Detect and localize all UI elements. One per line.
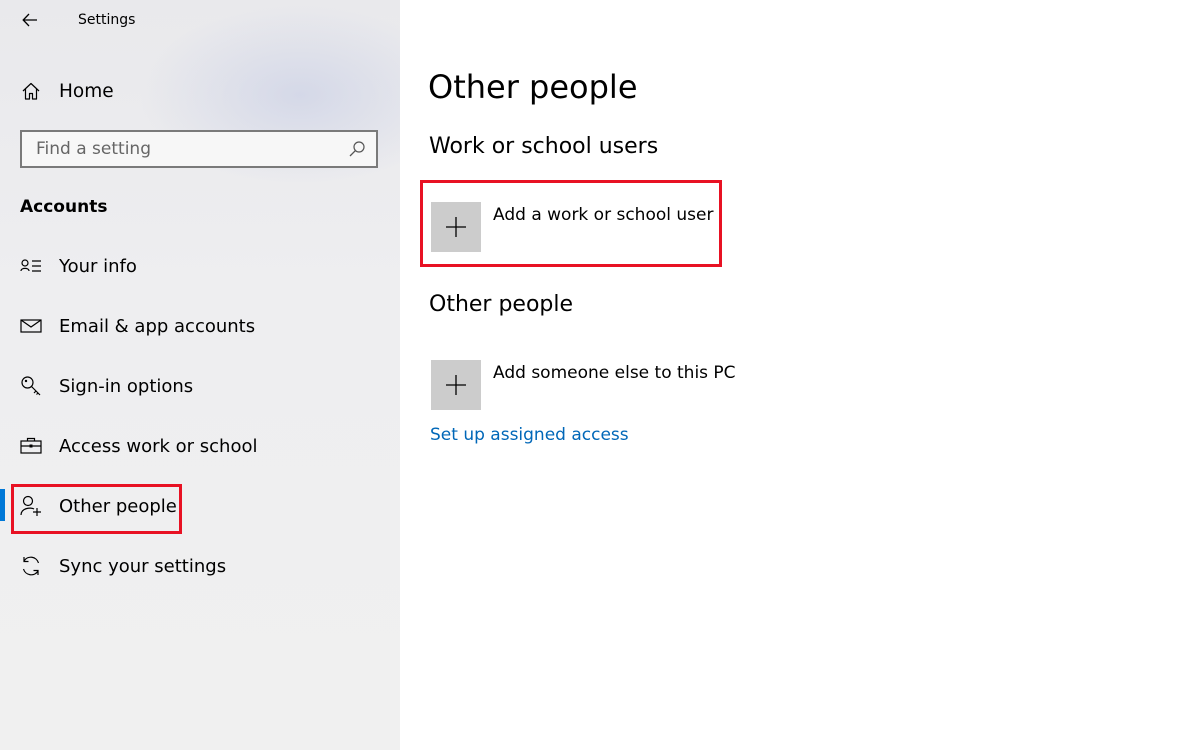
sidebar-item-other-people[interactable]: Other people	[0, 484, 400, 528]
page-title: Other people	[428, 68, 638, 106]
section-heading-accounts: Accounts	[20, 197, 108, 217]
key-icon	[20, 375, 42, 397]
work-school-heading: Work or school users	[429, 134, 659, 159]
home-icon	[20, 80, 42, 102]
sidebar: Settings Home Accounts	[0, 0, 400, 750]
sidebar-item-label: Your info	[59, 255, 137, 277]
search-box	[20, 130, 378, 168]
add-work-school-user-button[interactable]	[431, 202, 481, 252]
sidebar-item-sign-in-options[interactable]: Sign-in options	[0, 364, 400, 408]
search-input[interactable]	[22, 132, 342, 166]
back-button[interactable]	[14, 6, 46, 34]
back-arrow-icon	[22, 13, 37, 27]
sidebar-item-access-work-school[interactable]: Access work or school	[0, 424, 400, 468]
briefcase-icon	[20, 435, 42, 457]
app-title: Settings	[78, 12, 136, 28]
plus-icon	[446, 217, 466, 237]
sync-icon	[20, 555, 42, 577]
sidebar-item-email-accounts[interactable]: Email & app accounts	[0, 304, 400, 348]
sidebar-item-sync-settings[interactable]: Sync your settings	[0, 544, 400, 588]
set-up-assigned-access-link[interactable]: Set up assigned access	[430, 425, 629, 445]
nav-home[interactable]: Home	[0, 69, 400, 113]
settings-window: Settings Home Accounts	[0, 0, 1200, 750]
nav-home-label: Home	[59, 80, 114, 102]
add-person-icon	[20, 495, 42, 517]
title-bar: Settings	[0, 0, 400, 40]
sidebar-item-label: Email & app accounts	[59, 315, 256, 337]
sidebar-item-label: Access work or school	[59, 435, 258, 457]
contact-card-icon	[20, 255, 42, 277]
add-someone-else-button[interactable]	[431, 360, 481, 410]
sidebar-item-label: Other people	[59, 495, 177, 517]
sidebar-item-label: Sync your settings	[59, 555, 227, 577]
sidebar-item-label: Sign-in options	[59, 375, 194, 397]
main-content: Other people Work or school users Add a …	[400, 0, 1200, 750]
mail-icon	[20, 315, 42, 337]
other-people-heading: Other people	[429, 292, 574, 317]
add-work-school-user-label[interactable]: Add a work or school user	[493, 205, 713, 225]
sidebar-item-your-info[interactable]: Your info	[0, 244, 400, 288]
search-icon[interactable]	[348, 140, 366, 158]
add-someone-else-label[interactable]: Add someone else to this PC	[493, 363, 736, 383]
plus-icon	[446, 375, 466, 395]
